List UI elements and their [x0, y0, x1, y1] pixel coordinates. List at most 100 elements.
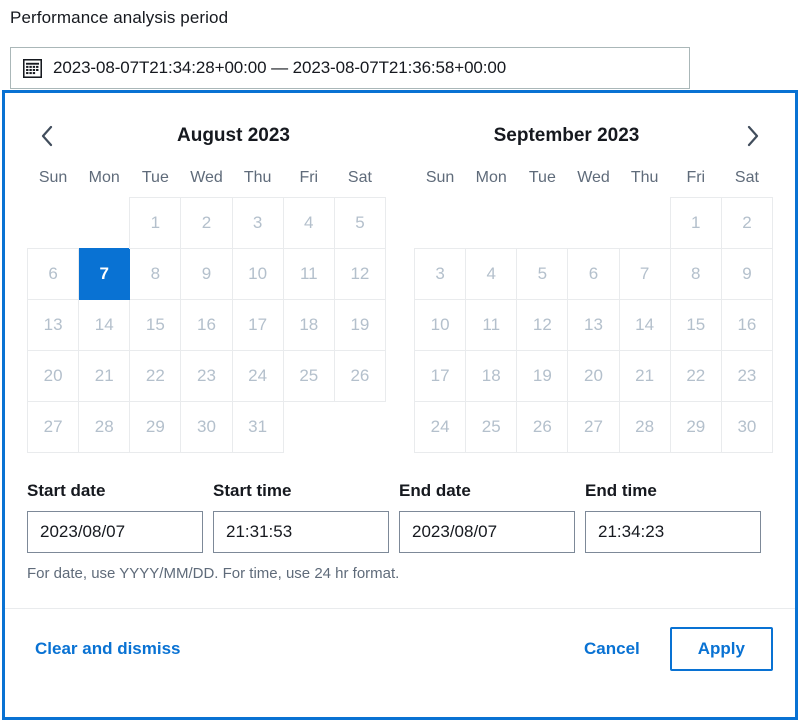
calendar-day[interactable]: 4 — [466, 249, 517, 300]
chevron-left-icon — [40, 125, 54, 147]
next-month-button[interactable] — [733, 117, 773, 155]
calendar-day[interactable]: 23 — [721, 351, 772, 402]
calendar-day[interactable]: 15 — [670, 300, 721, 351]
calendar-week-row: 10111213141516 — [415, 300, 773, 351]
dropdown-body: August 2023 September 2023 SunMonTueWedT… — [5, 93, 795, 717]
calendar-day[interactable]: 13 — [28, 300, 79, 351]
calendar-header: August 2023 September 2023 — [5, 93, 795, 155]
calendar-grid-left: SunMonTueWedThuFriSat1234567891011121314… — [27, 169, 386, 453]
weekday-header: Mon — [79, 169, 130, 198]
calendar-grid-right: SunMonTueWedThuFriSat1234567891011121314… — [414, 169, 773, 453]
calendar-day[interactable]: 5 — [334, 198, 385, 249]
calendar-day[interactable]: 8 — [670, 249, 721, 300]
calendar-day-empty — [283, 402, 334, 453]
calendar-day[interactable]: 20 — [28, 351, 79, 402]
calendar-day[interactable]: 19 — [517, 351, 568, 402]
calendar-day[interactable]: 27 — [28, 402, 79, 453]
start-time-group: Start time — [213, 481, 395, 553]
calendar-day[interactable]: 2 — [721, 198, 772, 249]
calendar-day[interactable]: 12 — [517, 300, 568, 351]
calendar-day[interactable]: 29 — [670, 402, 721, 453]
calendar-day[interactable]: 12 — [334, 249, 385, 300]
calendar-day[interactable]: 17 — [415, 351, 466, 402]
calendar-day[interactable]: 1 — [130, 198, 181, 249]
calendar-day[interactable]: 18 — [466, 351, 517, 402]
month-title-left: August 2023 — [67, 125, 400, 147]
calendars-container: SunMonTueWedThuFriSat1234567891011121314… — [5, 169, 795, 453]
calendar-day[interactable]: 31 — [232, 402, 283, 453]
calendar-day[interactable]: 10 — [232, 249, 283, 300]
calendar-day[interactable]: 21 — [79, 351, 130, 402]
calendar-day[interactable]: 18 — [283, 300, 334, 351]
calendar-day[interactable]: 14 — [79, 300, 130, 351]
calendar-day[interactable]: 1 — [670, 198, 721, 249]
calendar-day[interactable]: 9 — [181, 249, 232, 300]
apply-button[interactable]: Apply — [670, 627, 773, 671]
calendar-day[interactable]: 30 — [181, 402, 232, 453]
calendar-day[interactable]: 28 — [79, 402, 130, 453]
calendar-day-empty — [568, 198, 619, 249]
calendar-day[interactable]: 6 — [568, 249, 619, 300]
calendar-day[interactable]: 28 — [619, 402, 670, 453]
range-inputs-row: Start date Start time End date End time — [5, 481, 795, 553]
calendar-day[interactable]: 9 — [721, 249, 772, 300]
calendar-day[interactable]: 5 — [517, 249, 568, 300]
calendar-week-row: 12 — [415, 198, 773, 249]
calendar-day[interactable]: 21 — [619, 351, 670, 402]
calendar-day[interactable]: 16 — [181, 300, 232, 351]
calendar-day[interactable]: 19 — [334, 300, 385, 351]
start-time-input[interactable] — [213, 511, 389, 553]
calendar-day[interactable]: 2 — [181, 198, 232, 249]
calendar-day[interactable]: 3 — [232, 198, 283, 249]
start-time-label: Start time — [213, 481, 395, 501]
dropdown-footer: Clear and dismiss Cancel Apply — [5, 609, 795, 671]
calendar-day[interactable]: 26 — [334, 351, 385, 402]
calendar-day[interactable]: 16 — [721, 300, 772, 351]
calendar-day[interactable]: 29 — [130, 402, 181, 453]
calendar-week-row: 13141516171819 — [28, 300, 386, 351]
end-time-input[interactable] — [585, 511, 761, 553]
calendar-week-row: 2728293031 — [28, 402, 386, 453]
month-title-right: September 2023 — [400, 125, 733, 147]
weekday-header: Wed — [568, 169, 619, 198]
calendar-day[interactable]: 3 — [415, 249, 466, 300]
calendar-left: SunMonTueWedThuFriSat1234567891011121314… — [27, 169, 386, 453]
calendar-day[interactable]: 11 — [283, 249, 334, 300]
previous-month-button[interactable] — [27, 117, 67, 155]
calendar-day[interactable]: 24 — [232, 351, 283, 402]
weekday-header: Sat — [334, 169, 385, 198]
calendar-day[interactable]: 25 — [466, 402, 517, 453]
end-date-input[interactable] — [399, 511, 575, 553]
calendar-week-row: 3456789 — [415, 249, 773, 300]
calendar-day[interactable]: 30 — [721, 402, 772, 453]
calendar-day[interactable]: 10 — [415, 300, 466, 351]
calendar-day[interactable]: 22 — [130, 351, 181, 402]
clear-and-dismiss-button[interactable]: Clear and dismiss — [27, 633, 189, 665]
calendar-day[interactable]: 14 — [619, 300, 670, 351]
start-date-input[interactable] — [27, 511, 203, 553]
calendar-day[interactable]: 8 — [130, 249, 181, 300]
calendar-day[interactable]: 27 — [568, 402, 619, 453]
cancel-button[interactable]: Cancel — [576, 633, 648, 665]
calendar-day[interactable]: 23 — [181, 351, 232, 402]
calendar-day[interactable]: 15 — [130, 300, 181, 351]
calendar-day[interactable]: 26 — [517, 402, 568, 453]
date-range-trigger-input[interactable]: 2023-08-07T21:34:28+00:00 — 2023-08-07T2… — [10, 47, 690, 89]
calendar-right: SunMonTueWedThuFriSat1234567891011121314… — [414, 169, 773, 453]
calendar-day[interactable]: 4 — [283, 198, 334, 249]
format-constraint-text: For date, use YYYY/MM/DD. For time, use … — [5, 565, 795, 582]
calendar-day[interactable]: 11 — [466, 300, 517, 351]
calendar-day[interactable]: 25 — [283, 351, 334, 402]
calendar-day[interactable]: 13 — [568, 300, 619, 351]
calendar-day[interactable]: 24 — [415, 402, 466, 453]
calendar-day[interactable]: 22 — [670, 351, 721, 402]
calendar-day[interactable]: 7 — [619, 249, 670, 300]
weekday-header: Wed — [181, 169, 232, 198]
weekday-header: Sun — [415, 169, 466, 198]
calendar-day[interactable]: 20 — [568, 351, 619, 402]
calendar-day[interactable]: 17 — [232, 300, 283, 351]
calendar-day-selected[interactable]: 7 — [79, 249, 130, 300]
weekday-header: Thu — [619, 169, 670, 198]
weekday-header: Sat — [721, 169, 772, 198]
calendar-day[interactable]: 6 — [28, 249, 79, 300]
